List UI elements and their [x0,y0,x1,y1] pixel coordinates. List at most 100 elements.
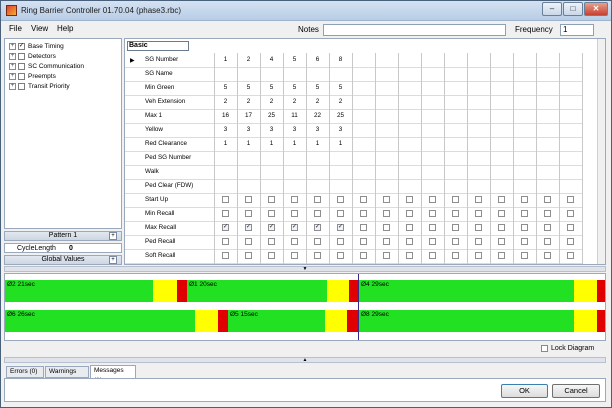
checkbox-icon[interactable] [383,252,390,259]
grid-cell[interactable] [467,137,490,151]
checkbox-icon[interactable]: ✓ [314,224,321,231]
grid-cell[interactable] [536,67,559,81]
checkbox-icon[interactable] [337,210,344,217]
grid-cell[interactable]: 3 [329,123,352,137]
grid-cell[interactable] [306,67,329,81]
checkbox-icon[interactable] [18,83,25,90]
checkbox-icon[interactable] [567,238,574,245]
checkbox-icon[interactable] [544,196,551,203]
grid-cell[interactable] [536,137,559,151]
checkbox-icon[interactable] [245,238,252,245]
checkbox-icon[interactable] [383,224,390,231]
grid-cell[interactable] [375,81,398,95]
phase-bar[interactable]: Ø2 21sec [5,280,153,302]
checkbox-icon[interactable] [406,238,413,245]
grid-cell[interactable]: 2 [260,95,283,109]
checkbox-icon[interactable] [452,210,459,217]
notes-input[interactable] [323,24,506,36]
grid-cell[interactable] [490,137,513,151]
grid-cell[interactable] [237,67,260,81]
clearance-bar[interactable] [325,310,347,332]
tab-warnings[interactable]: Warnings (1) [45,366,89,385]
grid-cell[interactable] [559,53,582,67]
grid-cell[interactable] [352,67,375,81]
grid-cell[interactable]: 1 [306,137,329,151]
checkbox-icon[interactable] [314,210,321,217]
checkbox-icon[interactable]: ✓ [337,224,344,231]
grid-cell[interactable] [513,53,536,67]
grid-cell[interactable] [398,53,421,67]
checkbox-icon[interactable] [429,196,436,203]
grid-cell[interactable] [375,53,398,67]
tab-messages[interactable]: Messages (1) [90,365,136,384]
grid-cell[interactable] [421,109,444,123]
grid-cell[interactable] [444,67,467,81]
grid-cell[interactable]: 1 [329,137,352,151]
grid-cell[interactable] [467,123,490,137]
grid-cell[interactable] [513,109,536,123]
checkbox-icon[interactable]: ✓ [245,224,252,231]
maximize-button[interactable]: □ [563,2,583,16]
clearance-bar[interactable] [597,310,605,332]
grid-cell[interactable]: 3 [237,123,260,137]
checkbox-icon[interactable] [406,224,413,231]
grid-cell[interactable]: 16 [214,109,237,123]
grid-cell[interactable] [490,95,513,109]
grid-cell[interactable]: 5 [283,81,306,95]
checkbox-icon[interactable] [429,252,436,259]
checkbox-icon[interactable] [521,238,528,245]
grid-cell[interactable]: 2 [306,95,329,109]
grid-cell[interactable] [536,81,559,95]
grid-cell[interactable] [375,109,398,123]
checkbox-icon[interactable] [498,252,505,259]
checkbox-icon[interactable] [245,196,252,203]
grid-cell[interactable] [398,123,421,137]
grid-cell[interactable] [536,95,559,109]
checkbox-icon[interactable] [314,196,321,203]
grid-cell[interactable] [398,137,421,151]
grid-cell[interactable] [375,95,398,109]
checkbox-icon[interactable] [498,196,505,203]
grid-cell[interactable] [536,109,559,123]
clearance-bar[interactable] [218,310,228,332]
checkbox-icon[interactable] [383,238,390,245]
phase-bar[interactable]: Ø5 15sec [228,310,325,332]
grid-cell[interactable]: 5 [283,53,306,67]
checkbox-icon[interactable] [544,224,551,231]
ok-button[interactable]: OK [501,384,548,398]
checkbox-icon[interactable]: ✓ [18,43,25,50]
expand-icon[interactable]: + [9,43,16,50]
grid-cell[interactable]: 2 [214,95,237,109]
grid-cell[interactable]: 5 [329,81,352,95]
grid-cell[interactable] [467,81,490,95]
grid-cell[interactable]: 8 [329,53,352,67]
grid-cell[interactable] [559,95,582,109]
grid-cell[interactable]: 1 [214,53,237,67]
pattern-header[interactable]: Pattern 1 + [4,231,122,241]
checkbox-icon[interactable] [360,238,367,245]
checkbox-icon[interactable] [475,196,482,203]
grid-cell[interactable] [421,123,444,137]
expand-icon[interactable]: + [109,256,117,264]
checkbox-icon[interactable] [498,210,505,217]
checkbox-icon[interactable] [567,196,574,203]
checkbox-icon[interactable] [222,238,229,245]
grid-cell[interactable]: 4 [260,53,283,67]
clearance-bar[interactable] [597,280,605,302]
phase-bar[interactable]: Ø4 29sec [359,280,574,302]
grid-cell[interactable]: 25 [260,109,283,123]
grid-cell[interactable] [444,109,467,123]
grid-cell[interactable] [490,53,513,67]
checkbox-icon[interactable] [541,345,548,352]
grid-cell[interactable]: 5 [306,81,329,95]
checkbox-icon[interactable] [245,210,252,217]
grid-cell[interactable]: 3 [306,123,329,137]
grid-cell[interactable] [375,137,398,151]
checkbox-icon[interactable] [337,196,344,203]
grid-cell[interactable] [536,123,559,137]
grid-cell[interactable]: 2 [329,95,352,109]
clearance-bar[interactable] [574,310,597,332]
grid-cell[interactable]: 22 [306,109,329,123]
global-values-header[interactable]: Global Values + [4,255,122,265]
checkbox-icon[interactable] [498,224,505,231]
